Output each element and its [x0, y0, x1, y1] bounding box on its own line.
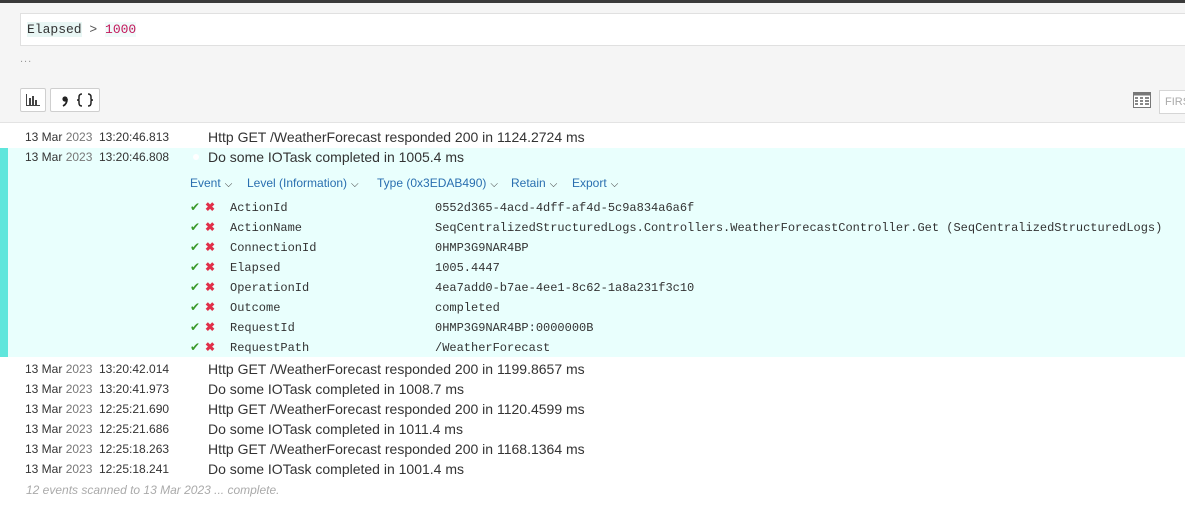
exclude-cross-icon[interactable]: ✖ [205, 340, 215, 354]
query-text: Elapsed > 1000 [27, 22, 137, 37]
event-date: 13 Mar 2023 [25, 402, 93, 416]
exclude-cross-icon[interactable]: ✖ [205, 260, 215, 274]
event-time: 13:20:42.014 [99, 362, 170, 376]
exclude-cross-icon[interactable]: ✖ [205, 300, 215, 314]
property-name: Elapsed [230, 261, 281, 275]
query-property: Elapsed [27, 22, 82, 37]
property-row: ✔ ✖ Outcome completed [0, 298, 1185, 318]
chart-button[interactable] [20, 88, 46, 112]
event-date: 13 Mar 2023 [25, 150, 93, 164]
event-time: 13:20:46.808 [99, 150, 170, 164]
exclude-cross-icon[interactable]: ✖ [205, 320, 215, 334]
property-row: ✔ ✖ RequestPath /WeatherForecast [0, 338, 1185, 358]
include-check-icon[interactable]: ✔ [190, 260, 200, 274]
event-row[interactable]: 13 Mar 2023 13:20:41.973 Do some IOTask … [0, 379, 1185, 399]
search-header: Elapsed > 1000 ... FIRS [0, 3, 1185, 122]
type-menu[interactable]: Type (0x3EDAB490) ⌵ [377, 176, 498, 190]
property-name: ActionName [230, 221, 303, 235]
include-check-icon[interactable]: ✔ [190, 300, 200, 314]
include-check-icon[interactable]: ✔ [190, 280, 200, 294]
property-value: completed [435, 301, 500, 315]
query-operator: > [81, 22, 106, 37]
event-message: Http GET /WeatherForecast responded 200 … [208, 129, 585, 145]
query-value: 1000 [105, 22, 137, 37]
property-name: ActionId [230, 201, 288, 215]
chevron-down-icon: ⌵ [224, 179, 233, 190]
exclude-cross-icon[interactable]: ✖ [205, 200, 215, 214]
property-row: ✔ ✖ ConnectionId 0HMP3G9NAR4BP [0, 238, 1185, 258]
event-row[interactable]: 13 Mar 2023 13:20:46.813 Http GET /Weath… [0, 127, 1185, 147]
exclude-cross-icon[interactable]: ✖ [205, 280, 215, 294]
exclude-cross-icon[interactable]: ✖ [205, 220, 215, 234]
event-date: 13 Mar 2023 [25, 130, 93, 144]
event-row-selected[interactable]: 13 Mar 2023 13:20:46.808 Do some IOTask … [0, 147, 1185, 167]
property-row: ✔ ✖ Elapsed 1005.4447 [0, 258, 1185, 278]
bar-chart-icon [26, 94, 40, 106]
property-value: SeqCentralizedStructuredLogs.Controllers… [435, 221, 1163, 235]
property-name: RequestPath [230, 341, 310, 355]
property-value: 0552d365-4acd-4dff-af4d-5c9a834a6a6f [435, 201, 695, 215]
scan-status: 12 events scanned to 13 Mar 2023 ... com… [26, 483, 280, 497]
property-name: RequestId [230, 321, 295, 335]
level-menu[interactable]: Level (Information) ⌵ [247, 176, 359, 190]
grid-icon[interactable] [1133, 92, 1151, 108]
retain-menu[interactable]: Retain ⌵ [511, 176, 557, 190]
more-ellipsis[interactable]: ... [20, 53, 32, 65]
property-row: ✔ ✖ RequestId 0HMP3G9NAR4BP:0000000B [0, 318, 1185, 338]
property-row: ✔ ✖ ActionId 0552d365-4acd-4dff-af4d-5c9… [0, 198, 1185, 218]
event-time: 12:25:21.686 [99, 422, 170, 436]
chevron-down-icon: ⌵ [351, 179, 359, 190]
braces-icon[interactable] [75, 93, 95, 107]
event-message: Http GET /WeatherForecast responded 200 … [208, 361, 585, 377]
event-time: 12:25:18.241 [99, 462, 170, 476]
header-separator [0, 122, 1185, 123]
export-menu[interactable]: Export ⌵ [572, 176, 618, 190]
property-value: 1005.4447 [435, 261, 500, 275]
include-check-icon[interactable]: ✔ [190, 220, 200, 234]
event-date: 13 Mar 2023 [25, 362, 93, 376]
chevron-down-icon: ⌵ [610, 179, 619, 190]
include-check-icon[interactable]: ✔ [190, 340, 200, 354]
property-value: /WeatherForecast [435, 341, 551, 355]
property-row: ✔ ✖ ActionName SeqCentralizedStructuredL… [0, 218, 1185, 238]
event-time: 12:25:21.690 [99, 402, 170, 416]
include-check-icon[interactable]: ✔ [190, 240, 200, 254]
event-date: 13 Mar 2023 [25, 462, 93, 476]
query-input[interactable]: Elapsed > 1000 [20, 13, 1185, 46]
chevron-down-icon: ⌵ [549, 179, 558, 190]
property-name: Outcome [230, 301, 281, 315]
event-message: Do some IOTask completed in 1008.7 ms [208, 381, 465, 397]
event-menu[interactable]: Event ⌵ [190, 176, 232, 190]
event-message: Http GET /WeatherForecast responded 200 … [208, 401, 585, 417]
property-value: 0HMP3G9NAR4BP [435, 241, 529, 255]
chevron-down-icon: ⌵ [490, 179, 498, 190]
first-button[interactable]: FIRS [1159, 90, 1185, 114]
event-message: Do some IOTask completed in 1005.4 ms [208, 149, 465, 165]
exclude-cross-icon[interactable]: ✖ [205, 240, 215, 254]
include-check-icon[interactable]: ✔ [190, 200, 200, 214]
event-date: 13 Mar 2023 [25, 382, 93, 396]
event-message: Http GET /WeatherForecast responded 200 … [208, 441, 585, 457]
event-row[interactable]: 13 Mar 2023 12:25:18.241 Do some IOTask … [0, 459, 1185, 479]
property-name: OperationId [230, 281, 310, 295]
format-buttons [50, 88, 100, 112]
event-time: 12:25:18.263 [99, 442, 170, 456]
property-row: ✔ ✖ OperationId 4ea7add0-b7ae-4ee1-8c62-… [0, 278, 1185, 298]
property-name: ConnectionId [230, 241, 317, 255]
event-row[interactable]: 13 Mar 2023 13:20:42.014 Http GET /Weath… [0, 359, 1185, 379]
event-date: 13 Mar 2023 [25, 442, 93, 456]
event-row[interactable]: 13 Mar 2023 12:25:21.690 Http GET /Weath… [0, 399, 1185, 419]
property-value: 4ea7add0-b7ae-4ee1-8c62-1a8a231f3c10 [435, 281, 695, 295]
comma-icon[interactable] [55, 93, 75, 107]
event-row[interactable]: 13 Mar 2023 12:25:21.686 Do some IOTask … [0, 419, 1185, 439]
level-dot [193, 154, 199, 160]
event-row[interactable]: 13 Mar 2023 12:25:18.263 Http GET /Weath… [0, 439, 1185, 459]
include-check-icon[interactable]: ✔ [190, 320, 200, 334]
event-time: 13:20:46.813 [99, 130, 170, 144]
event-date: 13 Mar 2023 [25, 422, 93, 436]
property-value: 0HMP3G9NAR4BP:0000000B [435, 321, 594, 335]
event-message: Do some IOTask completed in 1011.4 ms [208, 421, 463, 437]
event-message: Do some IOTask completed in 1001.4 ms [208, 461, 465, 477]
event-time: 13:20:41.973 [99, 382, 170, 396]
